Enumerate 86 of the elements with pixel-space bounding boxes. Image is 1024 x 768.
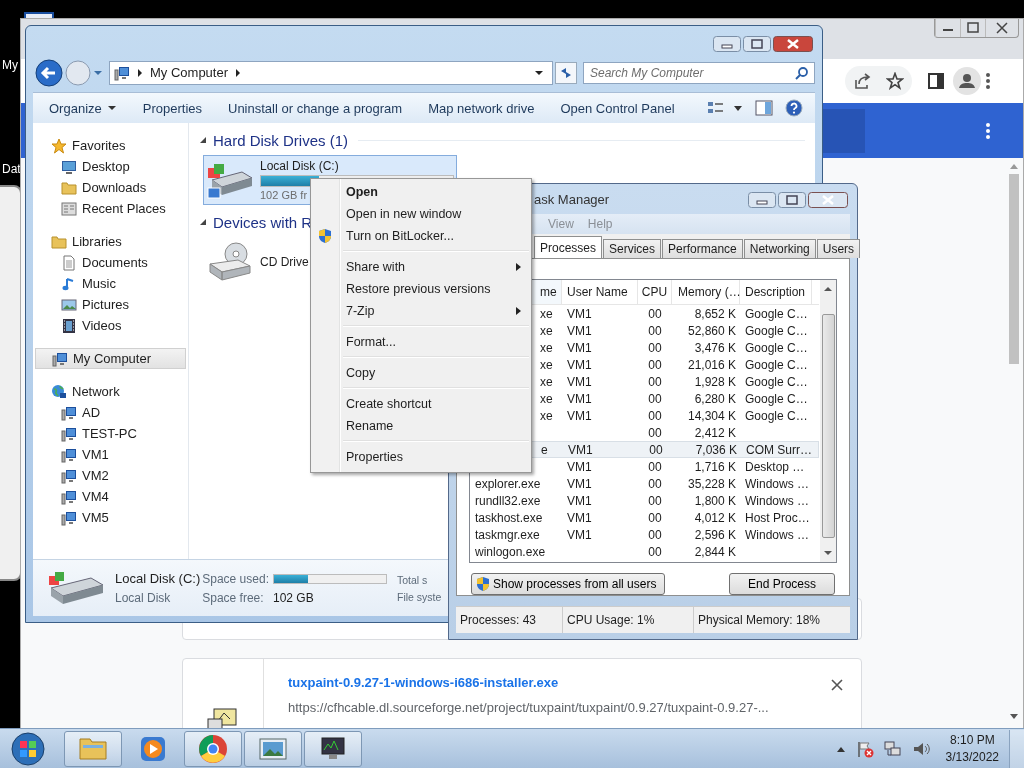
table-cell-text: 4,012 K <box>693 510 737 525</box>
table-cell-text: 14,304 K <box>686 408 737 423</box>
table-cell-text: 00 <box>647 408 663 423</box>
table-cell-text: 00 <box>648 442 664 457</box>
field-label: Space used: <box>202 571 269 586</box>
table-cell-text: Google C… <box>744 323 809 338</box>
table-cell: xe <box>540 323 553 338</box>
table-cell-text: taskhost.exe <box>474 510 544 525</box>
table-cell: e <box>541 442 548 457</box>
table-cell-text: VM1 <box>566 493 593 508</box>
table-cell-text: Google C… <box>744 357 809 372</box>
table-cell: xe <box>540 374 553 389</box>
table-cell-text: VM1 <box>566 306 593 321</box>
window-title: ask Manager <box>534 191 610 207</box>
table-cell-text: Desktop … <box>744 459 806 474</box>
table-cell-text: explorer.exe <box>474 476 542 491</box>
field-label: Total s <box>396 573 429 586</box>
table-cell-text: Google C… <box>744 391 809 406</box>
table-cell-text: 1,716 K <box>693 459 737 474</box>
table-cell-text: 00 <box>647 459 663 474</box>
table-cell-text: 35,228 K <box>686 476 737 491</box>
table-cell-text: VM1 <box>566 459 593 474</box>
table-cell-text: VM1 <box>567 442 594 457</box>
table-cell-text: 00 <box>647 357 663 372</box>
table-cell: xe <box>540 340 553 355</box>
table-cell-text: rundll32.exe <box>474 493 542 508</box>
table-cell-text: Windows … <box>744 476 810 491</box>
table-cell-text: 6,280 K <box>693 391 737 406</box>
table-cell-text: 8,652 K <box>693 306 737 321</box>
table-cell-text: COM Surr… <box>745 442 813 457</box>
table-cell-text: 00 <box>647 323 663 338</box>
table-cell-text: Google C… <box>744 408 809 423</box>
table-cell-text: 2,596 K <box>693 527 737 542</box>
status-text: CPU Usage: 1% <box>563 607 694 633</box>
clock-time: 8:10 PM <box>949 733 995 747</box>
table-cell-text: 3,476 K <box>693 340 737 355</box>
field-label: Space free: <box>202 590 265 605</box>
table-cell-text: 00 <box>647 527 663 542</box>
table-cell-text: 00 <box>647 493 663 508</box>
table-cell-text: Windows … <box>744 493 810 508</box>
table-cell-text: Host Proc… <box>744 510 811 525</box>
table-cell-text: 00 <box>647 391 663 406</box>
table-cell: xe <box>540 408 553 423</box>
table-cell-text: taskmgr.exe <box>474 527 541 542</box>
table-cell-text: 00 <box>647 544 663 559</box>
drive-name: Local Disk (C:) <box>115 571 201 586</box>
clock-date: 3/13/2022 <box>945 750 999 764</box>
field-label: File syste <box>396 590 442 603</box>
download-url: https://cfhcable.dl.sourceforge.net/project/tuxpaint/tuxpaint/0.9.27/tuxpaint-0.9.27-... <box>288 700 770 715</box>
table-cell: xe <box>540 306 553 321</box>
status-text: Physical Memory: 18% <box>697 612 822 629</box>
table-cell-text: VM1 <box>566 476 593 491</box>
status-text: Processes: 43 <box>456 607 563 633</box>
table-cell-text: VM1 <box>566 527 593 542</box>
table-cell-text: 21,016 K <box>686 357 737 372</box>
table-cell-text: VM1 <box>566 357 593 372</box>
table-cell-text: Google C… <box>744 374 809 389</box>
table-cell-text: Windows … <box>744 527 810 542</box>
table-cell-text: winlogon.exe <box>474 544 547 559</box>
table-cell-text: VM1 <box>566 340 593 355</box>
table-cell-text: 1,928 K <box>693 374 737 389</box>
drive-name: CD Drive <box>260 255 309 269</box>
free-space-text: 102 GB fr <box>260 189 308 201</box>
table-cell-text: 7,036 K <box>694 442 738 457</box>
drive-name: Local Disk (C:) <box>260 159 339 173</box>
table-cell-text: VM1 <box>566 323 593 338</box>
table-cell-text: 2,412 K <box>693 425 737 440</box>
table-cell-text: 00 <box>647 374 663 389</box>
table-cell-text: VM1 <box>566 374 593 389</box>
table-cell-text: 00 <box>647 476 663 491</box>
table-cell-text: Google C… <box>744 340 809 355</box>
table-cell-text: 52,860 K <box>686 323 737 338</box>
table-cell: xe <box>540 391 553 406</box>
table-cell-text: 00 <box>647 425 663 440</box>
table-cell-text: 00 <box>647 306 663 321</box>
table-cell: xe <box>540 357 553 372</box>
table-cell-text: 00 <box>647 510 663 525</box>
drive-type: Local Disk <box>115 591 172 605</box>
table-cell-text: 00 <box>647 340 663 355</box>
table-cell-text: VM1 <box>566 408 593 423</box>
table-cell-text: 1,800 K <box>693 493 737 508</box>
table-cell-text: VM1 <box>566 391 593 406</box>
table-cell-text: VM1 <box>566 510 593 525</box>
table-cell-text: 2,844 K <box>693 544 737 559</box>
field-value: 102 GB <box>272 590 315 605</box>
table-cell-text: Google C… <box>744 306 809 321</box>
